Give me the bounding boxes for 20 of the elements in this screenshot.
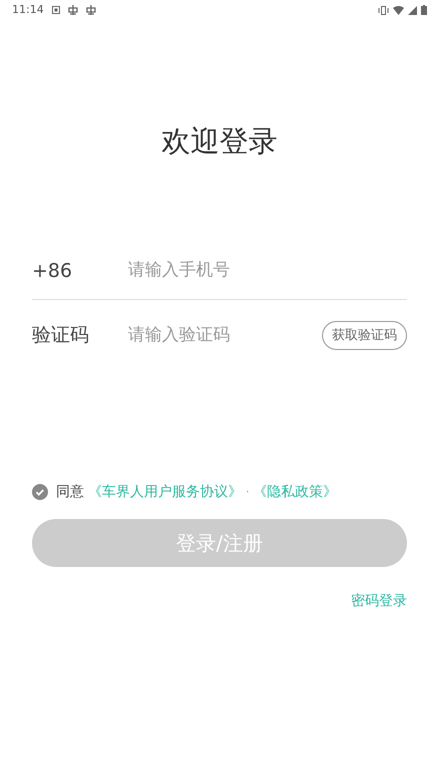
notification-icon — [86, 5, 96, 15]
page-title: 欢迎登录 — [162, 124, 278, 158]
notification-icon — [52, 6, 60, 14]
phone-input[interactable]: 请输入手机号 — [126, 257, 407, 285]
notification-icon — [68, 5, 78, 15]
password-login-link[interactable]: 密码登录 — [351, 590, 407, 612]
code-label: 验证码 — [32, 323, 90, 348]
agreement-checkbox[interactable] — [32, 484, 48, 500]
agreement-link[interactable]: 《隐私政策》 — [253, 482, 338, 502]
vibrate-icon — [378, 6, 389, 14]
agree-text: 同意 — [56, 482, 84, 502]
country-code[interactable]: +86 — [32, 256, 126, 286]
signal-icon — [408, 6, 417, 14]
get-code-button[interactable]: 获取验证码 — [322, 320, 407, 350]
wifi-icon — [393, 6, 404, 14]
code-input[interactable]: 请输入验证码 — [126, 322, 322, 350]
separator-dot: · — [246, 486, 250, 500]
status-time: 11:14 — [12, 2, 44, 18]
agreement-link[interactable]: 《车界人用户服务协议》 — [88, 482, 242, 502]
battery-icon — [421, 5, 427, 15]
